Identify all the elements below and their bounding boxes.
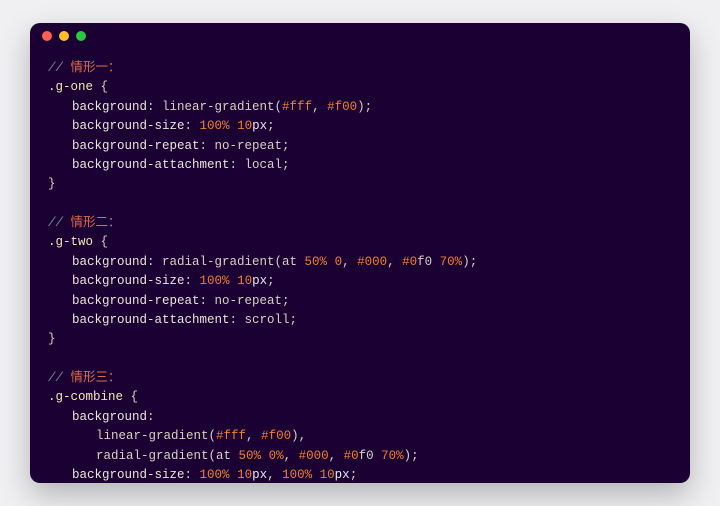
code-line: } [48,175,682,194]
code-scroll-area[interactable]: // 情形一：.g-one {background: linear-gradie… [30,49,690,483]
code-line: .g-two { [48,233,682,252]
code-line: background-repeat: no-repeat; [48,137,682,156]
code-line [48,195,682,214]
code-line: radial-gradient(at 50% 0%, #000, #0f0 70… [48,447,682,466]
code-line: background-attachment: scroll; [48,311,682,330]
minimize-dot[interactable] [59,31,69,41]
code-line: background-size: 100% 10px; [48,272,682,291]
zoom-dot[interactable] [76,31,86,41]
code-line: background-size: 100% 10px; [48,117,682,136]
code-block: // 情形一：.g-one {background: linear-gradie… [48,59,682,483]
code-line: background: linear-gradient(#fff, #f00); [48,98,682,117]
code-line: .g-one { [48,78,682,97]
code-line: background-repeat: no-repeat; [48,292,682,311]
window-titlebar [30,23,690,49]
code-line: linear-gradient(#fff, #f00), [48,427,682,446]
code-line: // 情形三： [48,369,682,388]
close-dot[interactable] [42,31,52,41]
code-line: .g-combine { [48,388,682,407]
code-line: background: [48,408,682,427]
code-line: // 情形二： [48,214,682,233]
code-line: } [48,330,682,349]
code-line: // 情形一： [48,59,682,78]
code-line: background-size: 100% 10px, 100% 10px; [48,466,682,483]
code-line: background: radial-gradient(at 50% 0, #0… [48,253,682,272]
code-line: background-attachment: local; [48,156,682,175]
code-line [48,350,682,369]
code-window: // 情形一：.g-one {background: linear-gradie… [30,23,690,483]
